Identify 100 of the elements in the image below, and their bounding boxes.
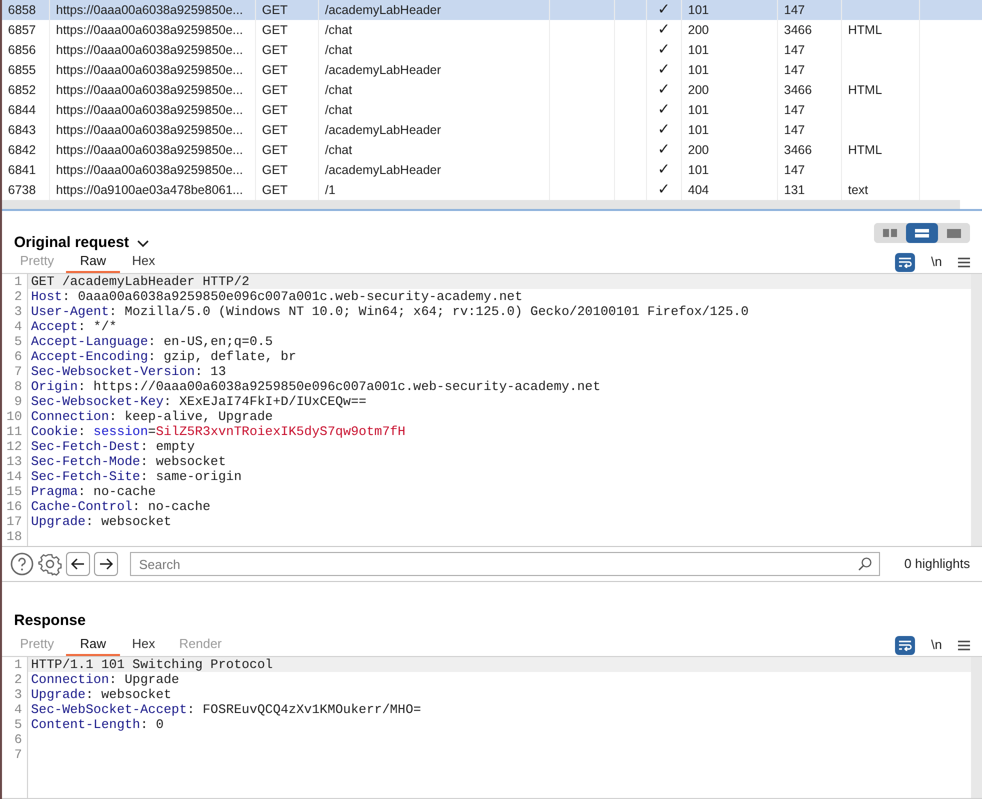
check-mark: ✓ — [658, 140, 670, 160]
code-line: Pragma: no-cache — [30, 484, 157, 499]
menu-icon[interactable] — [958, 256, 970, 268]
layout-icon — [883, 228, 897, 238]
code-line: Upgrade: websocket — [30, 687, 172, 702]
arrow-left-icon — [71, 558, 85, 570]
code-line: Sec-Websocket-Key: XExEJaI74FkI+D/IUxCEQw== — [30, 394, 368, 409]
line-number: 1 — [13, 657, 23, 672]
code-line: Sec-WebSocket-Accept: FOSREuvQCQ4zXv1KMOukerr/MHO= — [30, 702, 422, 717]
tab[interactable]: Hex — [120, 251, 168, 273]
line-number: 8 — [13, 379, 23, 394]
layout-icon — [947, 228, 961, 238]
code-line: Accept-Encoding: gzip, deflate, br — [30, 349, 298, 364]
code-line: Accept-Language: en-US,en;q=0.5 — [30, 334, 274, 349]
code-line: Origin: https://0aaa00a6038a9259850e096c007a001c.web-security-academy.net — [30, 379, 602, 394]
table-cell-text: GET — [262, 182, 288, 199]
table-cell-text: /chat — [325, 102, 352, 119]
search-field[interactable]: Search — [130, 552, 880, 576]
table-cell-text: 147 — [784, 62, 805, 79]
table-cell-text: text — [848, 182, 868, 199]
line-number: 3 — [13, 304, 23, 319]
line-number: 14 — [5, 469, 23, 484]
arrow-right-icon — [99, 558, 113, 570]
help-icon[interactable] — [10, 552, 34, 576]
table-cell-text: /academyLabHeader — [325, 122, 442, 139]
line-number: 9 — [13, 394, 23, 409]
table-cell-text: https://0aaa00a6038a9259850e... — [56, 22, 243, 39]
table-cell-text: 101 — [688, 2, 709, 19]
table-cell-text: 147 — [784, 102, 805, 119]
line-number: 11 — [5, 424, 23, 439]
table-cell-text: 6855 — [8, 62, 36, 79]
table-row[interactable]: 6858 https://0aaa00a6038a9259850e... GET /academyLabHeader ✓ 101 147 — [2, 0, 982, 20]
settings-icon[interactable] — [38, 552, 62, 576]
table-cell-text: 6852 — [8, 82, 36, 99]
horizontal-scrollbar[interactable] — [2, 200, 960, 209]
check-mark: ✓ — [658, 0, 670, 20]
code-line: Sec-Websocket-Version: 13 — [30, 364, 228, 379]
newline-toggle[interactable]: \n — [927, 635, 946, 655]
table-cell-text: 6738 — [8, 182, 36, 199]
line-number: 6 — [13, 349, 23, 364]
table-cell-text: https://0aaa00a6038a9259850e... — [56, 82, 243, 99]
table-cell-text: /1 — [325, 182, 336, 199]
table-cell-text: 147 — [784, 122, 805, 139]
table-cell-text: 6842 — [8, 142, 36, 159]
wrap-lines-icon — [898, 640, 912, 650]
back-button[interactable] — [66, 552, 90, 576]
line-number: 2 — [13, 289, 23, 304]
line-number: 10 — [5, 409, 23, 424]
line-number: 2 — [13, 672, 23, 687]
wrap-toggle[interactable] — [895, 252, 916, 272]
table-cell-text: /chat — [325, 42, 352, 59]
line-number: 3 — [13, 687, 23, 702]
line-number: 4 — [13, 319, 23, 334]
code-line: Connection: Upgrade — [30, 672, 180, 687]
line-number: 7 — [13, 747, 23, 762]
table-cell-text: /academyLabHeader — [325, 2, 442, 19]
line-number: 4 — [13, 702, 23, 717]
code-line: Upgrade: websocket — [30, 514, 172, 529]
table-cell-text: https://0aaa00a6038a9259850e... — [56, 122, 243, 139]
check-mark: ✓ — [658, 40, 670, 60]
table-cell-text: /academyLabHeader — [325, 62, 442, 79]
code-line: Connection: keep-alive, Upgrade — [30, 409, 274, 424]
table-cell-text: 6857 — [8, 22, 36, 39]
chevron-down-icon[interactable] — [137, 240, 150, 248]
table-cell-text: https://0aaa00a6038a9259850e... — [56, 102, 243, 119]
code-line: User-Agent: Mozilla/5.0 (Windows NT 10.0; Win64; x64; rv:125.0) Gecko/20100101 Firefox/125.0 — [30, 304, 750, 319]
check-mark: ✓ — [658, 60, 670, 80]
line-number: 18 — [5, 529, 23, 544]
table-cell-text: https://0aaa00a6038a9259850e... — [56, 2, 243, 19]
wrap-toggle[interactable] — [895, 636, 916, 654]
tab[interactable]: Hex — [120, 634, 168, 656]
table-cell-text: 404 — [688, 182, 709, 199]
forward-button[interactable] — [94, 552, 118, 576]
vertical-scrollbar[interactable] — [971, 274, 982, 546]
wrap-lines-icon — [898, 256, 912, 268]
code-line: Sec-Fetch-Mode: websocket — [30, 454, 228, 469]
layout-button[interactable] — [906, 223, 938, 243]
line-number: 12 — [5, 439, 23, 454]
table-cell-text: GET — [262, 162, 288, 179]
table-cell-text: GET — [262, 2, 288, 19]
vertical-scrollbar[interactable] — [971, 657, 982, 798]
table-cell-text: GET — [262, 102, 288, 119]
table-cell-text: GET — [262, 82, 288, 99]
table-cell-text: /chat — [325, 22, 352, 39]
line-number: 6 — [13, 732, 23, 747]
menu-icon[interactable] — [958, 640, 970, 650]
check-mark: ✓ — [658, 20, 670, 40]
table-cell-text: HTML — [848, 22, 882, 39]
line-number: 15 — [5, 484, 23, 499]
search-icon — [858, 557, 872, 571]
table-cell-text: 3466 — [784, 82, 812, 99]
check-mark: ✓ — [658, 80, 670, 100]
table-cell-text: /chat — [325, 82, 352, 99]
check-mark: ✓ — [658, 100, 670, 120]
code-line: Accept: */* — [30, 319, 118, 334]
table-cell-text: https://0aaa00a6038a9259850e... — [56, 162, 243, 179]
code-line: Cookie: session=SilZ5R3xvnTRoiexIK5dyS7qw9otm7fH — [30, 424, 406, 439]
line-number: 5 — [13, 334, 23, 349]
newline-toggle[interactable]: \n — [927, 252, 946, 272]
table-cell-text: 101 — [688, 122, 709, 139]
